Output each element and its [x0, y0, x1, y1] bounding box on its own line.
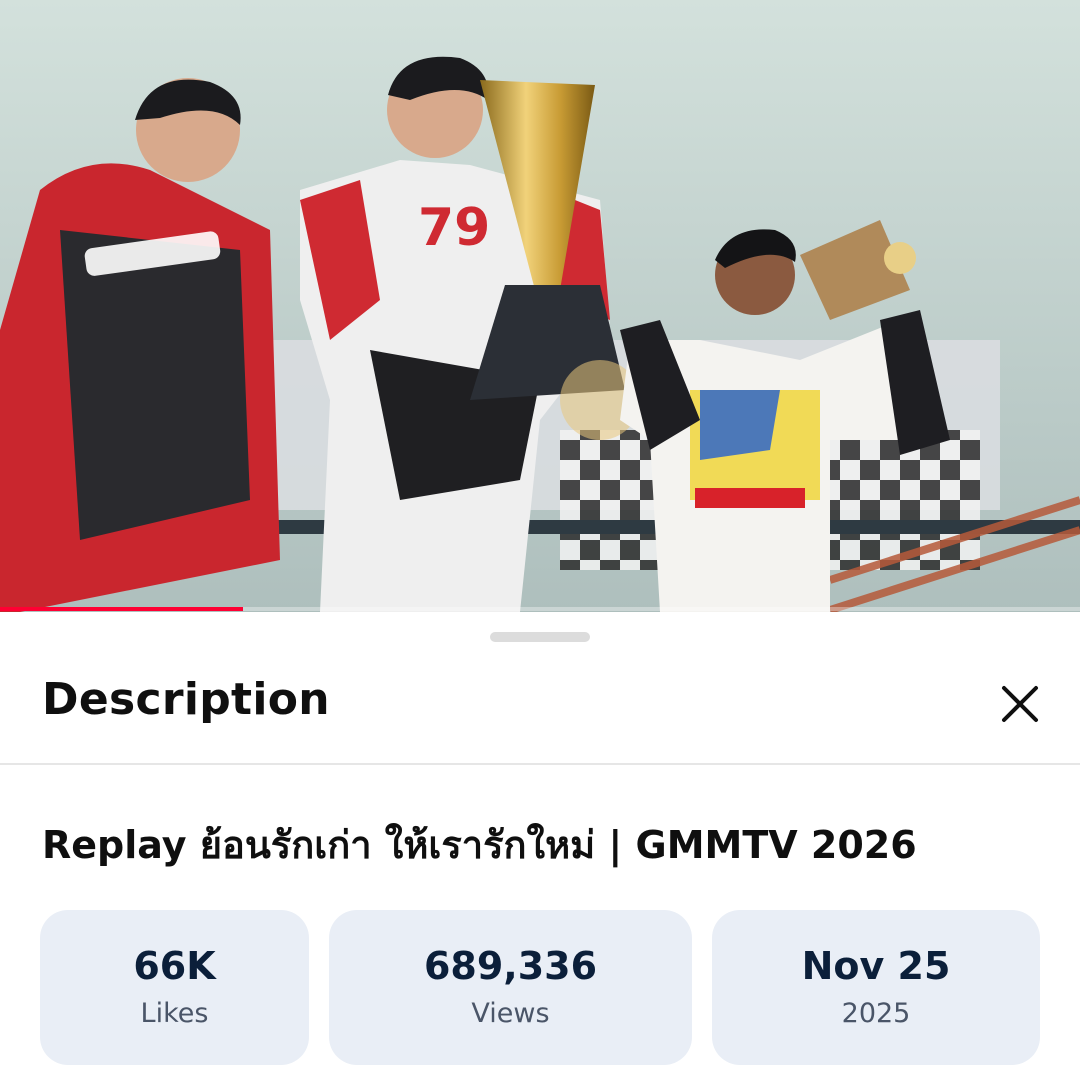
likes-label: Likes	[140, 997, 209, 1029]
likes-stat-card: 66K Likes	[40, 910, 309, 1065]
video-frame-image: 79	[0, 0, 1080, 612]
views-stat-card: 689,336 Views	[329, 910, 692, 1065]
svg-text:79: 79	[418, 198, 490, 258]
publish-year: 2025	[841, 997, 911, 1029]
video-player[interactable]: 79	[0, 0, 1080, 612]
progress-bar[interactable]	[0, 607, 243, 611]
video-title: Replay ย้อนรักเก่า ให้เรารักใหม่ | GMMTV…	[42, 823, 917, 867]
divider	[0, 763, 1080, 765]
description-sheet: Description Replay ย้อนรักเก่า ให้เรารัก…	[0, 612, 1080, 1091]
likes-count: 66K	[133, 944, 216, 989]
publish-date: Nov 25	[801, 944, 951, 989]
views-count: 689,336	[423, 944, 598, 989]
close-button[interactable]	[996, 680, 1044, 728]
close-icon	[1002, 686, 1038, 722]
date-stat-card: Nov 25 2025	[712, 910, 1040, 1065]
views-label: Views	[471, 997, 550, 1029]
sheet-title: Description	[42, 674, 330, 725]
drag-handle[interactable]	[490, 632, 590, 642]
